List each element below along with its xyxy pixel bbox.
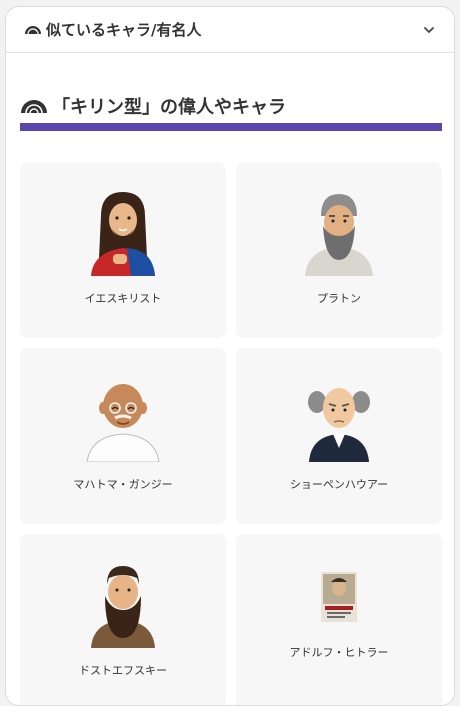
person-name: アドルフ・ヒトラー	[289, 646, 389, 659]
schopenhauer-illustration	[308, 388, 370, 462]
dostoevsky-illustration	[91, 566, 155, 648]
accordion-title: 似ているキャラ/有名人	[46, 21, 202, 39]
accordion-header[interactable]: 似ているキャラ/有名人	[6, 7, 454, 53]
plato-illustration	[305, 194, 373, 276]
person-card[interactable]: マハトマ・ガンジー	[20, 348, 226, 524]
person-name: イエスキリスト	[84, 292, 162, 305]
person-card[interactable]: プラトン	[236, 162, 442, 338]
person-card[interactable]: ドストエフスキー	[20, 534, 226, 705]
people-grid: イエスキリスト プラトン マハトマ・ガンジー ショーペンハウアー ドストエフスキ…	[20, 162, 442, 705]
person-name: プラトン	[317, 292, 361, 305]
chevron-down-icon[interactable]	[422, 23, 436, 37]
gandhi-illustration	[86, 384, 160, 462]
person-card[interactable]: ショーペンハウアー	[236, 348, 442, 524]
section-underline	[20, 123, 442, 131]
person-card[interactable]: アドルフ・ヒトラー	[236, 534, 442, 705]
section-title: 「キリン型」の偉人やキャラ	[52, 97, 286, 118]
accordion-card: 似ているキャラ/有名人 「キリン型」の偉人やキャラ イエスキリスト プラトン マ…	[5, 6, 455, 706]
hitler-photo	[321, 572, 357, 622]
jesus-illustration	[91, 192, 155, 276]
cloud-icon	[21, 100, 47, 114]
person-name: マハトマ・ガンジー	[73, 478, 173, 491]
person-name: ドストエフスキー	[79, 664, 167, 677]
person-name: ショーペンハウアー	[289, 478, 389, 491]
section-heading: 「キリン型」の偉人やキャラ	[20, 93, 286, 119]
cloud-icon	[25, 25, 41, 34]
person-card[interactable]: イエスキリスト	[20, 162, 226, 338]
